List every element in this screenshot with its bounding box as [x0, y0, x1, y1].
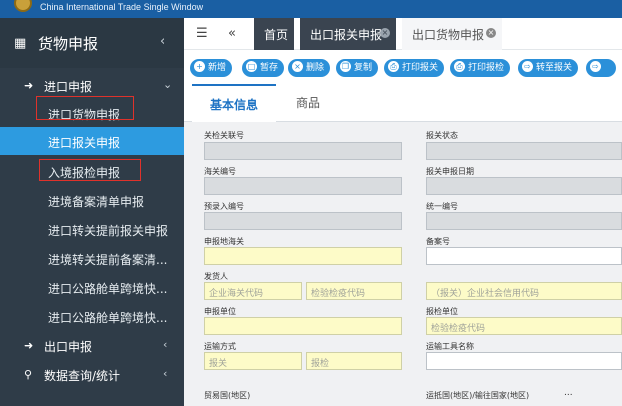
field-label: 运输工具名称: [426, 342, 474, 351]
sidebar-item-label: 进口公路舱单跨境快...: [48, 311, 168, 325]
chevron-left-icon: ‹: [163, 338, 168, 351]
double-chevron-left-icon[interactable]: «: [228, 26, 236, 41]
tab-basic-info[interactable]: 基本信息: [192, 84, 276, 122]
field-label: 贸易国(地区): [204, 391, 251, 400]
sidebar-item-label: 进口转关提前报关申报: [48, 224, 169, 238]
more-button[interactable]: ⇨: [586, 59, 616, 77]
sidebar-group-label: 出口申报: [44, 340, 93, 354]
field-label: 关检关联号: [204, 131, 244, 140]
declarant-field[interactable]: [204, 317, 402, 335]
field-label: 统一编号: [426, 202, 458, 211]
print-icon: ⎙: [388, 61, 399, 72]
field-label: 海关编号: [204, 167, 236, 176]
highlight-box: [36, 96, 134, 120]
delete-button[interactable]: × 删除: [288, 59, 331, 77]
sidebar-group-label: 数据查询/统计: [44, 369, 121, 383]
add-button[interactable]: + 新增: [190, 59, 233, 77]
emblem-icon: [14, 0, 32, 12]
field-label: 报关状态: [426, 131, 458, 140]
field-label: 运抵国(地区)/输往国家(地区): [426, 391, 530, 400]
inspection-no-field[interactable]: [204, 142, 402, 160]
forward-icon: ⇨: [522, 61, 533, 72]
declaration-form: 关检关联号 报关状态 海关编号 报关申报日期 预录入编号 统一编号 申报地海关 …: [184, 122, 622, 406]
top-banner: China International Trade Single Window: [0, 0, 622, 18]
sign-in-icon: ➜: [24, 339, 34, 352]
sidebar-item-label: 进口公路舱单跨境快...: [48, 282, 168, 296]
trash-icon: ×: [292, 61, 303, 72]
menu-icon[interactable]: ☰: [196, 26, 208, 41]
customs-no-field[interactable]: [204, 177, 402, 195]
print-customs-button[interactable]: ⎙ 打印报关: [384, 59, 445, 77]
tab-home[interactable]: 首页: [254, 18, 294, 50]
search-icon: ⚲: [24, 368, 33, 381]
close-icon[interactable]: ×: [486, 28, 496, 38]
plus-icon: +: [194, 61, 205, 72]
save-draft-button[interactable]: □ 暂存: [242, 59, 285, 77]
declare-status-field[interactable]: [426, 142, 622, 160]
record-no-field[interactable]: [426, 247, 622, 265]
field-label: 发货人: [204, 272, 228, 281]
sidebar-group-label: 进口申报: [44, 80, 93, 94]
sidebar: ▦ 货物申报 ‹ ➜ 进口申报 ⌄ 进口货物申报 进口报关申报 入境报检申报 进…: [0, 18, 184, 406]
field-label: 申报地海关: [204, 237, 244, 246]
copy-icon: ❐: [340, 61, 351, 72]
transfer-customs-button[interactable]: ⇨ 转至报关: [518, 59, 579, 77]
tab-label: 出口报关申报: [310, 28, 383, 42]
unified-no-field[interactable]: [426, 212, 622, 230]
print-icon: ⎙: [454, 61, 465, 72]
sidebar-item-road-manifest-2[interactable]: 进口公路舱单跨境快...: [0, 302, 184, 330]
field-label: 预录入编号: [204, 202, 244, 211]
chevron-down-icon: ⌄: [163, 78, 173, 91]
sign-in-icon: ➜: [24, 79, 34, 92]
sidebar-item-transfer-customs[interactable]: 进口转关提前报关申报: [0, 215, 184, 243]
declare-date-field[interactable]: [426, 177, 622, 195]
tab-export-customs[interactable]: 出口报关申报 ×: [300, 18, 396, 50]
cubes-icon: ▦: [14, 36, 27, 51]
shipper-customs-code-field[interactable]: 企业海关代码: [204, 282, 302, 300]
field-label: 申报单位: [204, 307, 236, 316]
insp-unit-field[interactable]: 检验检疫代码: [426, 317, 622, 335]
transport-mode-insp-field[interactable]: 报检: [306, 352, 402, 370]
sidebar-item-label: 进境备案清单申报: [48, 195, 145, 209]
tab-export-goods[interactable]: 出口货物申报 ×: [402, 18, 502, 50]
tab-strip: ☰ « 首页 出口报关申报 × 出口货物申报 ×: [184, 18, 622, 50]
transport-mode-customs-field[interactable]: 报关: [204, 352, 302, 370]
tab-label: 出口货物申报: [412, 28, 485, 42]
sidebar-item-transfer-record[interactable]: 进境转关提前备案清...: [0, 244, 184, 272]
sidebar-item-bonded-list[interactable]: 进境备案清单申报: [0, 186, 184, 214]
ellipsis-text: ...: [564, 388, 573, 398]
field-label: 运输方式: [204, 342, 236, 351]
shipper-credit-code-field[interactable]: （报关）企业社会信用代码: [426, 282, 622, 300]
sidebar-item-label: 进境转关提前备案清...: [48, 253, 168, 267]
sidebar-group-export[interactable]: ➜ 出口申报 ‹: [0, 332, 184, 360]
transport-name-field[interactable]: [426, 352, 622, 370]
shipper-insp-code-field[interactable]: 检验检疫代码: [306, 282, 402, 300]
sidebar-item-import-customs[interactable]: 进口报关申报: [0, 127, 184, 155]
pre-entry-no-field[interactable]: [204, 212, 402, 230]
field-label: 报检单位: [426, 307, 458, 316]
sidebar-title: 货物申报: [38, 35, 99, 53]
chevron-left-icon: ‹: [160, 34, 166, 49]
content-tabs: 基本信息 商品: [184, 84, 622, 122]
forward-icon: ⇨: [590, 61, 601, 72]
field-label: 备案号: [426, 237, 450, 246]
save-icon: □: [246, 61, 257, 72]
chevron-left-icon: ‹: [163, 367, 168, 380]
close-icon[interactable]: ×: [380, 28, 390, 38]
tab-label: 首页: [264, 28, 289, 42]
print-inspection-button[interactable]: ⎙ 打印报检: [450, 59, 511, 77]
tab-goods[interactable]: 商品: [280, 84, 336, 122]
sidebar-header[interactable]: ▦ 货物申报 ‹: [0, 18, 184, 68]
brand-text: China International Trade Single Window: [40, 2, 204, 12]
field-label: 报关申报日期: [426, 167, 474, 176]
action-toolbar: + 新增 □ 暂存 × 删除 ❐ 复制 ⎙ 打印报关 ⎙ 打印报检 ⇨ 转至报关 ⇨: [184, 50, 622, 84]
highlight-box: [39, 159, 141, 181]
sidebar-item-label: 进口报关申报: [48, 136, 121, 150]
declare-customs-field[interactable]: [204, 247, 402, 265]
sidebar-group-query[interactable]: ⚲ 数据查询/统计 ‹: [0, 361, 184, 389]
copy-button[interactable]: ❐ 复制: [336, 59, 379, 77]
sidebar-item-road-manifest-1[interactable]: 进口公路舱单跨境快...: [0, 273, 184, 301]
